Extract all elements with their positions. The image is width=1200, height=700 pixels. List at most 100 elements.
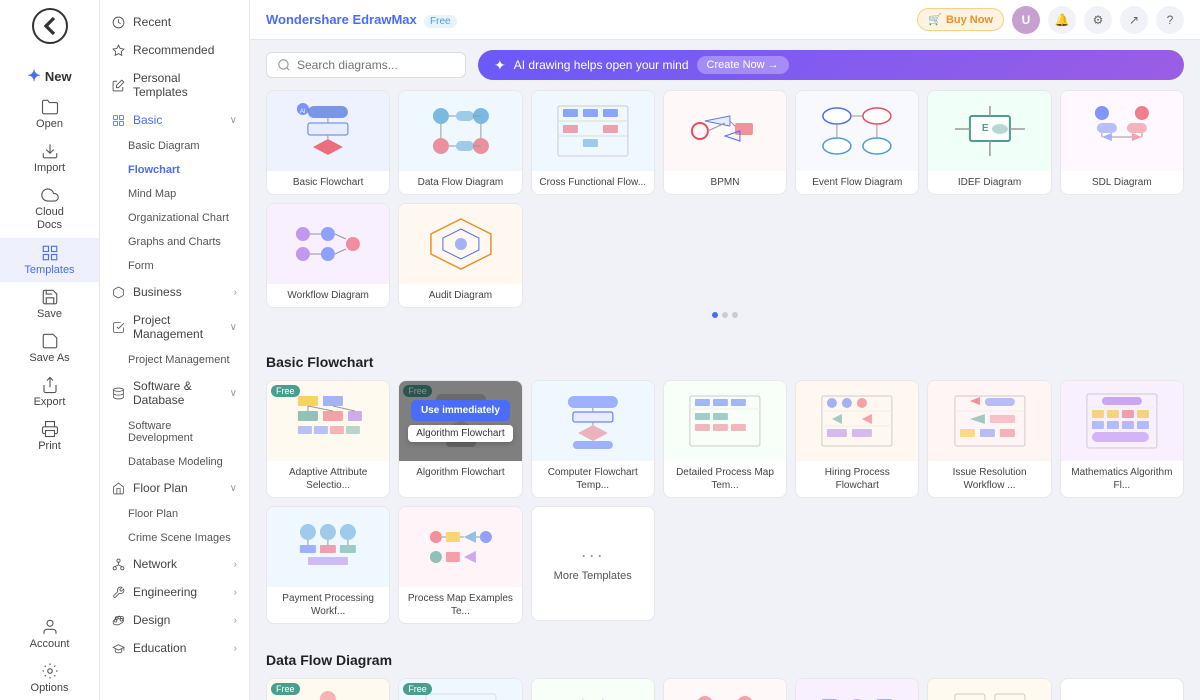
sidebar-section-software-db[interactable]: Software & Database ∨	[100, 372, 249, 414]
template-adaptive[interactable]: Free	[266, 380, 390, 498]
bpmn-preview	[676, 101, 774, 161]
sidebar-section-network[interactable]: Network ›	[100, 550, 249, 578]
flowchart-type-event[interactable]: Event Flow Diagram	[795, 90, 919, 195]
template-payment[interactable]: Payment Processing Workf...	[266, 506, 390, 624]
new-button[interactable]: ✦ New	[0, 60, 99, 92]
sidebar-item-form[interactable]: Form	[100, 254, 249, 278]
cloud-documents-button[interactable]: CloudDocs	[0, 180, 99, 238]
sidebar-item-recent[interactable]: Recent	[100, 8, 249, 36]
recommended-icon	[112, 44, 125, 57]
template-dfd1[interactable]: Free	[266, 678, 390, 700]
dot-2[interactable]	[722, 312, 728, 318]
notifications-button[interactable]: 🔔	[1048, 6, 1076, 34]
print-button[interactable]: Print	[0, 414, 99, 458]
dfd6-preview	[941, 689, 1039, 700]
basic-chevron-icon: ∨	[230, 115, 237, 126]
business-icon	[112, 286, 125, 299]
sidebar-section-project-mgmt[interactable]: Project Management ∨	[100, 306, 249, 348]
ai-banner[interactable]: ✦ AI drawing helps open your mind Create…	[478, 50, 1184, 80]
plan-badge: Free	[424, 15, 457, 28]
create-now-button[interactable]: Create Now →	[697, 56, 789, 74]
template-dfd2[interactable]: Free	[398, 678, 522, 700]
dot-1[interactable]	[712, 312, 718, 318]
main-content: Wondershare EdrawMax Free 🛒 Buy Now U 🔔 …	[250, 0, 1200, 700]
sidebar-item-org-chart[interactable]: Organizational Chart	[100, 206, 249, 230]
sidebar-item-personal-templates[interactable]: Personal Templates	[100, 64, 249, 106]
sidebar-item-flowchart[interactable]: Flowchart	[100, 158, 249, 182]
dot-3[interactable]	[732, 312, 738, 318]
basic-flowchart-section: Basic Flowchart Free	[250, 354, 1200, 640]
user-avatar[interactable]: U	[1012, 6, 1040, 34]
flowchart-type-sdl[interactable]: SDL Diagram	[1060, 90, 1184, 195]
template-detailed[interactable]: Detailed Process Map Tem...	[663, 380, 787, 498]
template-dfd3[interactable]	[531, 678, 655, 700]
sidebar-item-floor-plan[interactable]: Floor Plan	[100, 502, 249, 526]
template-dfd4[interactable]	[663, 678, 787, 700]
basic-flowchart-grid: Free	[266, 380, 1184, 498]
more-templates-dfd[interactable]: ··· More Templates	[1060, 678, 1184, 700]
sidebar-item-db-modeling[interactable]: Database Modeling	[100, 450, 249, 474]
hiring-preview	[808, 391, 906, 451]
save-as-button[interactable]: Save As	[0, 326, 99, 370]
back-button[interactable]	[32, 8, 68, 44]
account-button[interactable]: Account	[0, 612, 99, 656]
export-send-button[interactable]: Export	[0, 370, 99, 414]
template-hiring[interactable]: Hiring Process Flowchart	[795, 380, 919, 498]
search-box[interactable]	[266, 52, 466, 78]
search-input[interactable]	[297, 58, 437, 72]
idef-preview: E	[941, 101, 1039, 161]
help-button[interactable]: ?	[1156, 6, 1184, 34]
svg-text:E: E	[982, 123, 989, 134]
template-process-map[interactable]: Process Map Examples Te...	[398, 506, 522, 624]
use-immediately-button[interactable]: Use immediately	[411, 400, 510, 421]
data-flow-section: Data Flow Diagram Free	[250, 652, 1200, 700]
sidebar-section-basic[interactable]: Basic ∨	[100, 106, 249, 134]
flowchart-type-basic[interactable]: AI Basic Flowchart	[266, 90, 390, 195]
algorithm-tooltip: Algorithm Flowchart	[408, 425, 512, 442]
sdl-preview	[1073, 101, 1171, 161]
template-math-algo[interactable]: Mathematics Algorithm Fl...	[1060, 380, 1184, 498]
flowchart-type-idef[interactable]: E IDEF Diagram	[927, 90, 1051, 195]
sidebar-item-crime-scene[interactable]: Crime Scene Images	[100, 526, 249, 550]
settings-button[interactable]: ⚙	[1084, 6, 1112, 34]
template-algorithm[interactable]: Free Use immediately Algorithm Flowchart	[398, 380, 522, 498]
sidebar-section-education[interactable]: Education ›	[100, 634, 249, 662]
sidebar-section-floor-plan[interactable]: Floor Plan ∨	[100, 474, 249, 502]
process-map-preview	[412, 517, 510, 577]
sidebar-section-engineering[interactable]: Engineering ›	[100, 578, 249, 606]
flowchart-type-workflow[interactable]: Workflow Diagram	[266, 203, 390, 308]
templates-icon	[41, 244, 59, 262]
sidebar-section-business[interactable]: Business ›	[100, 278, 249, 306]
print-icon	[41, 420, 59, 438]
flowchart-type-cross[interactable]: Cross Functional Flow...	[531, 90, 655, 195]
more-templates-card[interactable]: ··· More Templates	[531, 506, 655, 621]
buy-now-button[interactable]: 🛒 Buy Now	[917, 8, 1004, 31]
templates-button[interactable]: Templates	[0, 238, 99, 282]
sidebar-item-mind-map[interactable]: Mind Map	[100, 182, 249, 206]
options-button[interactable]: Options	[0, 656, 99, 700]
open-button[interactable]: Open	[0, 92, 99, 136]
engineering-icon	[112, 586, 125, 599]
flowchart-types-section: AI Basic Flowchart	[250, 90, 1200, 342]
education-chevron-icon: ›	[234, 643, 237, 654]
sidebar-section-design[interactable]: Design ›	[100, 606, 249, 634]
sidebar-item-software-dev[interactable]: Software Development	[100, 414, 249, 450]
flowchart-type-dataflow[interactable]: Data Flow Diagram	[398, 90, 522, 195]
template-dfd6[interactable]	[927, 678, 1051, 700]
sidebar-item-recommended[interactable]: Recommended	[100, 36, 249, 64]
math-algo-preview	[1073, 391, 1171, 451]
template-issue[interactable]: Issue Resolution Workflow ...	[927, 380, 1051, 498]
plus-icon: ✦	[27, 66, 40, 86]
template-computer[interactable]: Computer Flowchart Temp...	[531, 380, 655, 498]
flowchart-type-bpmn[interactable]: BPMN	[663, 90, 787, 195]
sidebar-item-basic-diagram[interactable]: Basic Diagram	[100, 134, 249, 158]
share-button[interactable]: ↗	[1120, 6, 1148, 34]
import-button[interactable]: Import	[0, 136, 99, 180]
template-dfd5[interactable]	[795, 678, 919, 700]
save-button[interactable]: Save	[0, 282, 99, 326]
content-area: ✦ AI drawing helps open your mind Create…	[250, 40, 1200, 700]
sidebar-item-graphs-charts[interactable]: Graphs and Charts	[100, 230, 249, 254]
flowchart-type-audit[interactable]: Audit Diagram	[398, 203, 522, 308]
free-badge-dfd1: Free	[271, 683, 300, 695]
sidebar-item-project-management[interactable]: Project Management	[100, 348, 249, 372]
